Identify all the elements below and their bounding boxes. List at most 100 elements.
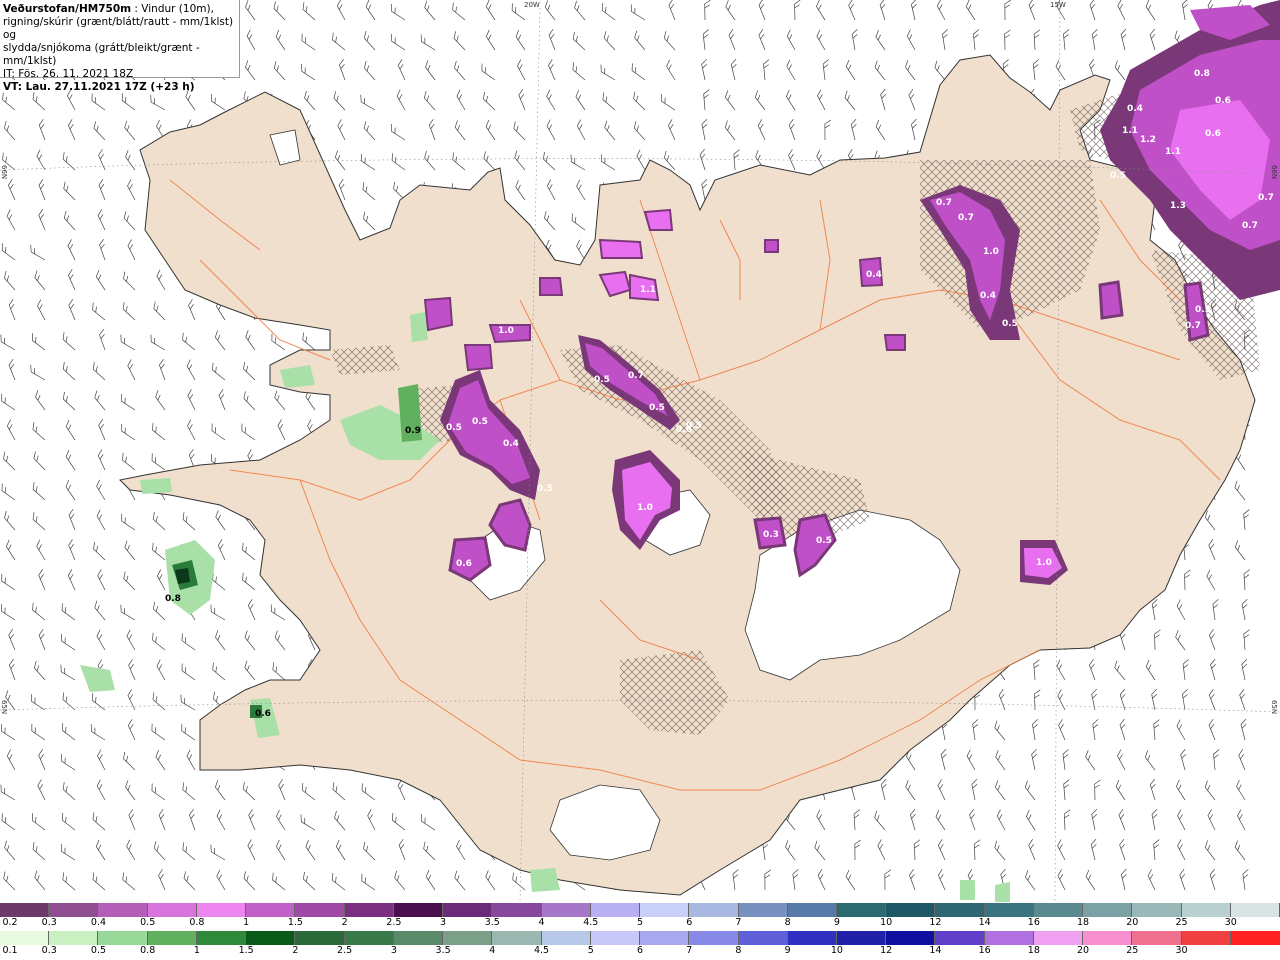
precip-value-label: 0.7 [936, 198, 952, 208]
legend-label: 2.5 [386, 917, 402, 928]
precip-value-label: 0.5 [686, 421, 702, 431]
legend-swatch [1033, 903, 1084, 917]
legend-label: 1 [243, 917, 250, 928]
legend-label: 9 [833, 917, 840, 928]
legend-label: 5 [636, 917, 644, 928]
legend-swatch [295, 931, 345, 945]
legend-swatch [246, 903, 296, 917]
precip-value-label: 1.1 [640, 285, 656, 295]
snow-legend-bar [0, 903, 1280, 917]
title-desc: : Vindur (10m), [131, 3, 214, 15]
legend-swatch [984, 903, 1034, 917]
legend-swatch [492, 931, 542, 945]
legend-label: 25 [1126, 945, 1139, 956]
legend-swatch [1033, 931, 1084, 945]
lon-label-20w: 20W [524, 1, 540, 9]
legend-swatch [590, 903, 641, 917]
legend-label: 1.5 [238, 945, 254, 956]
legend-label: 0.2 [2, 917, 18, 928]
legend-swatch [935, 903, 985, 917]
legend-swatch [1230, 931, 1280, 945]
precip-value-label: 0.3 [763, 530, 779, 540]
legend-label: 20 [1126, 917, 1139, 928]
legend-label: 14 [929, 945, 942, 956]
precip-value-label: 0.4 [503, 439, 519, 449]
title-init-time: IT: Fös. 26. 11. 2021 18Z [3, 68, 134, 80]
precip-value-label: 0.5 [1110, 171, 1126, 181]
legend-swatch [1083, 903, 1133, 917]
legend-label: 1 [193, 945, 200, 956]
legend-swatch [590, 931, 641, 945]
legend-label: 25 [1175, 917, 1188, 928]
legend-swatch [0, 903, 50, 917]
legend-label: 0.5 [140, 917, 156, 928]
precip-value-label: 1.1 [1122, 126, 1138, 136]
legend-swatch [246, 931, 296, 945]
legend-label: 10 [880, 917, 893, 928]
lat-label-66n-left: 66N [0, 165, 8, 180]
precip-value-label: 0.7 [1258, 193, 1274, 203]
legend-swatch [1132, 931, 1182, 945]
legend-label: 6 [636, 945, 644, 956]
legend-label: 0.5 [90, 945, 107, 956]
legend-label: 7 [686, 945, 693, 956]
legend-swatch [1181, 931, 1231, 945]
legend-swatch [443, 903, 493, 917]
lat-label-66n-right: 66N [1270, 165, 1278, 180]
legend-label: 0.4 [90, 917, 107, 928]
legend-label: 7 [735, 917, 742, 928]
legend-swatch [836, 931, 887, 945]
legend-swatch [640, 903, 690, 917]
legend-label: 2.5 [337, 945, 353, 956]
precip-value-label: 0.4 [866, 270, 882, 280]
legend-label: 0.1 [2, 945, 18, 956]
legend-swatch [393, 903, 444, 917]
weather-map: 0.80.60.41.11.21.10.60.51.30.70.70.70.71… [0, 0, 1280, 902]
snow-legend-labels: 0.2 0.3 0.4 0.5 0.8 1 1.5 2 2.5 3 3.5 4 4.5 5 6 7 8 9 10 12… [0, 917, 1280, 931]
legend-swatch [738, 903, 788, 917]
legend-swatch [1230, 903, 1280, 917]
precip-value-label: 0.6 [1215, 96, 1231, 106]
precip-value-label: 0.5 [594, 375, 610, 385]
legend-swatch [492, 903, 542, 917]
precip-value-label: 1.0 [1036, 558, 1052, 568]
precip-value-label: 0.5 [1002, 319, 1018, 329]
legend-swatch [1181, 903, 1231, 917]
legend-label: 1.5 [287, 917, 303, 928]
legend-swatch [344, 903, 394, 917]
legend-label: 20 [1077, 945, 1090, 956]
legend-label: 30 [1175, 945, 1188, 956]
precip-value-label: 0.5 [816, 536, 832, 546]
precip-value-label: 0.7 [958, 213, 974, 223]
legend-swatch [787, 931, 837, 945]
legend-label: 3.5 [484, 917, 500, 928]
legend-label: 0.8 [140, 945, 156, 956]
legend-label: 4.5 [533, 945, 550, 956]
lat-label-65n-left: 65N [0, 700, 8, 715]
legend-label: 16 [1027, 917, 1040, 928]
precip-value-label: 1.1 [1165, 147, 1181, 157]
precip-value-label: 0.4 [980, 291, 996, 301]
legend-label: 8 [735, 945, 742, 956]
legend-label: 12 [880, 945, 893, 956]
precip-value-label: 0.7 [1242, 221, 1258, 231]
legend-label: 2 [292, 945, 299, 956]
precip-value-label: 1.2 [1140, 135, 1156, 145]
precip-value-label: 0.4 [1127, 104, 1143, 114]
legend-swatch [541, 903, 591, 917]
precip-value-label: 0.6 [1205, 129, 1221, 139]
lat-label-65n-right: 65N [1270, 700, 1278, 715]
legend-label: 16 [978, 945, 991, 956]
rain-legend-bar [0, 931, 1280, 945]
legend-label: 0.3 [41, 917, 57, 928]
legend-label: 9 [784, 945, 791, 956]
legend-swatch [344, 931, 394, 945]
legend-label: 4.5 [583, 917, 599, 928]
legend-label: 8 [784, 917, 791, 928]
legend-swatch [393, 931, 444, 945]
rain-legend-labels: 0.1 0.3 0.5 0.8 1 1.5 2 2.5 3 3.5 4 4.5 5 6 7 8 9 10 12 14 1… [0, 945, 1280, 959]
legend-label: 12 [929, 917, 942, 928]
precip-value-label: 1.0 [637, 503, 653, 513]
legend-label: 0.3 [41, 945, 57, 956]
legend-swatch [886, 903, 936, 917]
